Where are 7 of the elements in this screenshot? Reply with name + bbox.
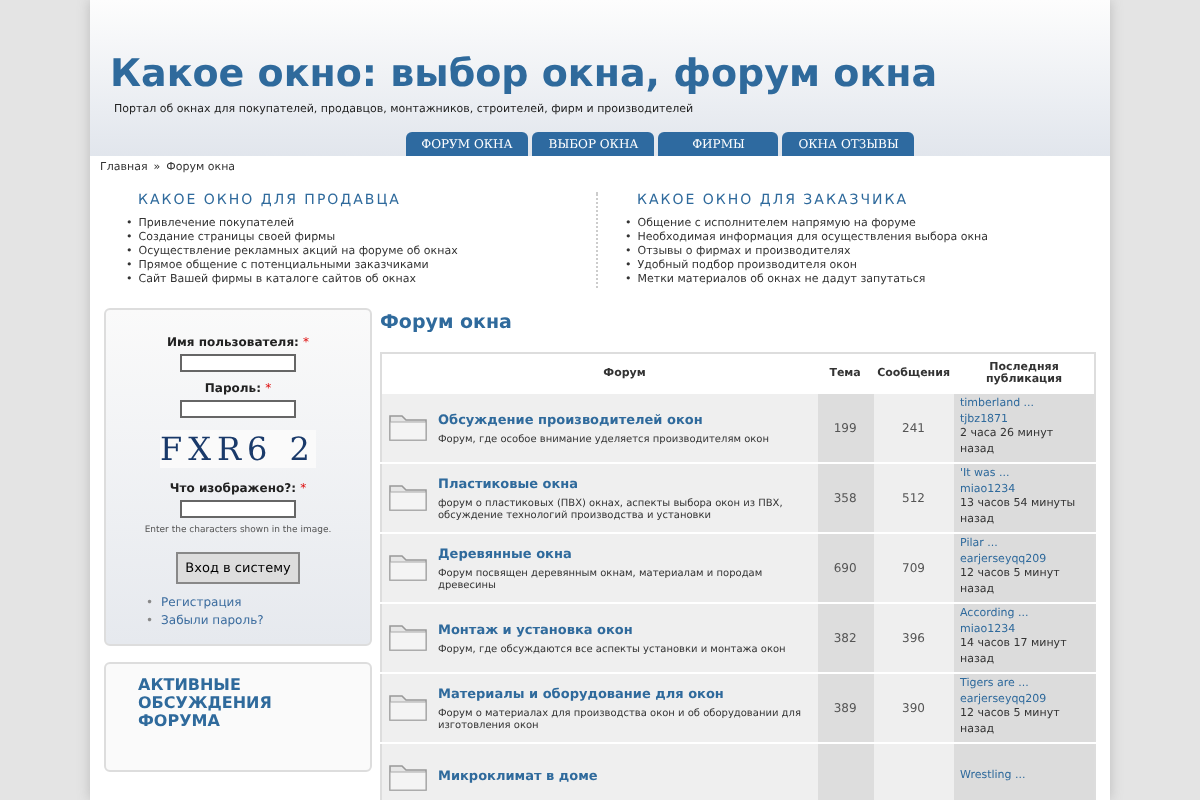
input-field[interactable] (180, 354, 296, 372)
captcha-image: FXR6 2 (160, 430, 316, 468)
block-title: АКТИВНЫЕ ОБСУЖДЕНИЯ ФОРУМА (138, 676, 274, 730)
page-title: Форум окна (380, 312, 514, 334)
site-title: Какое окно: выбор окна, форум окна (110, 52, 940, 96)
input-field[interactable] (180, 400, 296, 418)
input-field[interactable] (180, 500, 296, 518)
